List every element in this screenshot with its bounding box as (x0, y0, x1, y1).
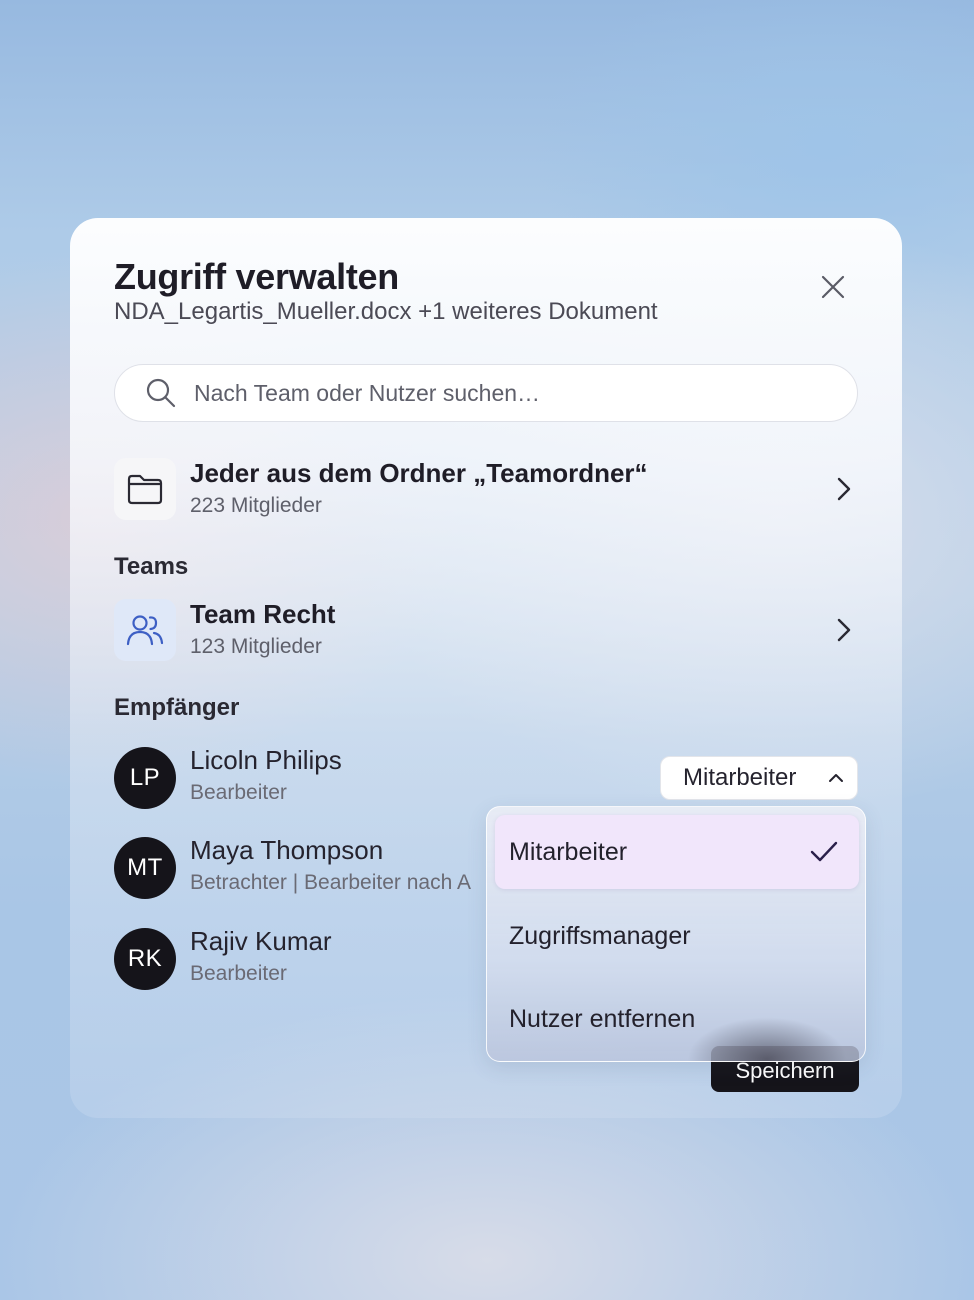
folder-icon (127, 474, 163, 505)
recipient-role: Bearbeiter (190, 962, 287, 985)
role-select-value: Mitarbeiter (683, 764, 797, 791)
teams-section-label: Teams (114, 553, 189, 580)
folder-member-count: 223 Mitglieder (190, 494, 322, 517)
chevron-right-icon (837, 477, 851, 501)
search-input[interactable] (194, 379, 794, 407)
search-field[interactable] (114, 364, 858, 422)
recipient-role: Bearbeiter (190, 781, 287, 804)
chevron-up-icon (829, 774, 843, 782)
role-dropdown-menu: Mitarbeiter Zugriffsmanager Nutzer entfe… (486, 806, 866, 1062)
option-remove-user[interactable]: Nutzer entfernen (495, 982, 859, 1056)
recipient-role: Betrachter | Bearbeiter nach A (190, 871, 471, 894)
users-icon (126, 615, 164, 646)
search-icon (146, 378, 176, 408)
avatar: MT (114, 837, 176, 899)
close-button[interactable] (818, 272, 848, 302)
close-icon (821, 275, 845, 299)
folder-access-row[interactable]: Jeder aus dem Ordner „Teamordner“ 223 Mi… (114, 458, 858, 520)
option-label: Mitarbeiter (509, 837, 628, 866)
avatar: LP (114, 747, 176, 809)
option-label: Zugriffsmanager (509, 921, 691, 950)
team-name: Team Recht (190, 599, 336, 629)
avatar: RK (114, 928, 176, 990)
team-row[interactable]: Team Recht 123 Mitglieder (114, 599, 858, 661)
dialog-subtitle: NDA_Legartis_Mueller.docx +1 weiteres Do… (114, 298, 658, 325)
folder-title: Jeder aus dem Ordner „Teamordner“ (190, 458, 648, 488)
option-mitarbeiter[interactable]: Mitarbeiter (495, 815, 859, 889)
option-label: Nutzer entfernen (509, 1004, 696, 1033)
check-icon (810, 841, 838, 862)
option-zugriffsmanager[interactable]: Zugriffsmanager (495, 899, 859, 973)
role-select[interactable]: Mitarbeiter (660, 756, 858, 800)
chevron-right-icon (837, 618, 851, 642)
recipients-section-label: Empfänger (114, 694, 240, 721)
recipient-name: Rajiv Kumar (190, 926, 332, 956)
team-icon-box (114, 599, 176, 661)
team-member-count: 123 Mitglieder (190, 635, 322, 658)
recipient-name: Maya Thompson (190, 835, 384, 865)
dialog-title: Zugriff verwalten (114, 256, 399, 297)
recipient-name: Licoln Philips (190, 745, 342, 775)
folder-icon-box (114, 458, 176, 520)
